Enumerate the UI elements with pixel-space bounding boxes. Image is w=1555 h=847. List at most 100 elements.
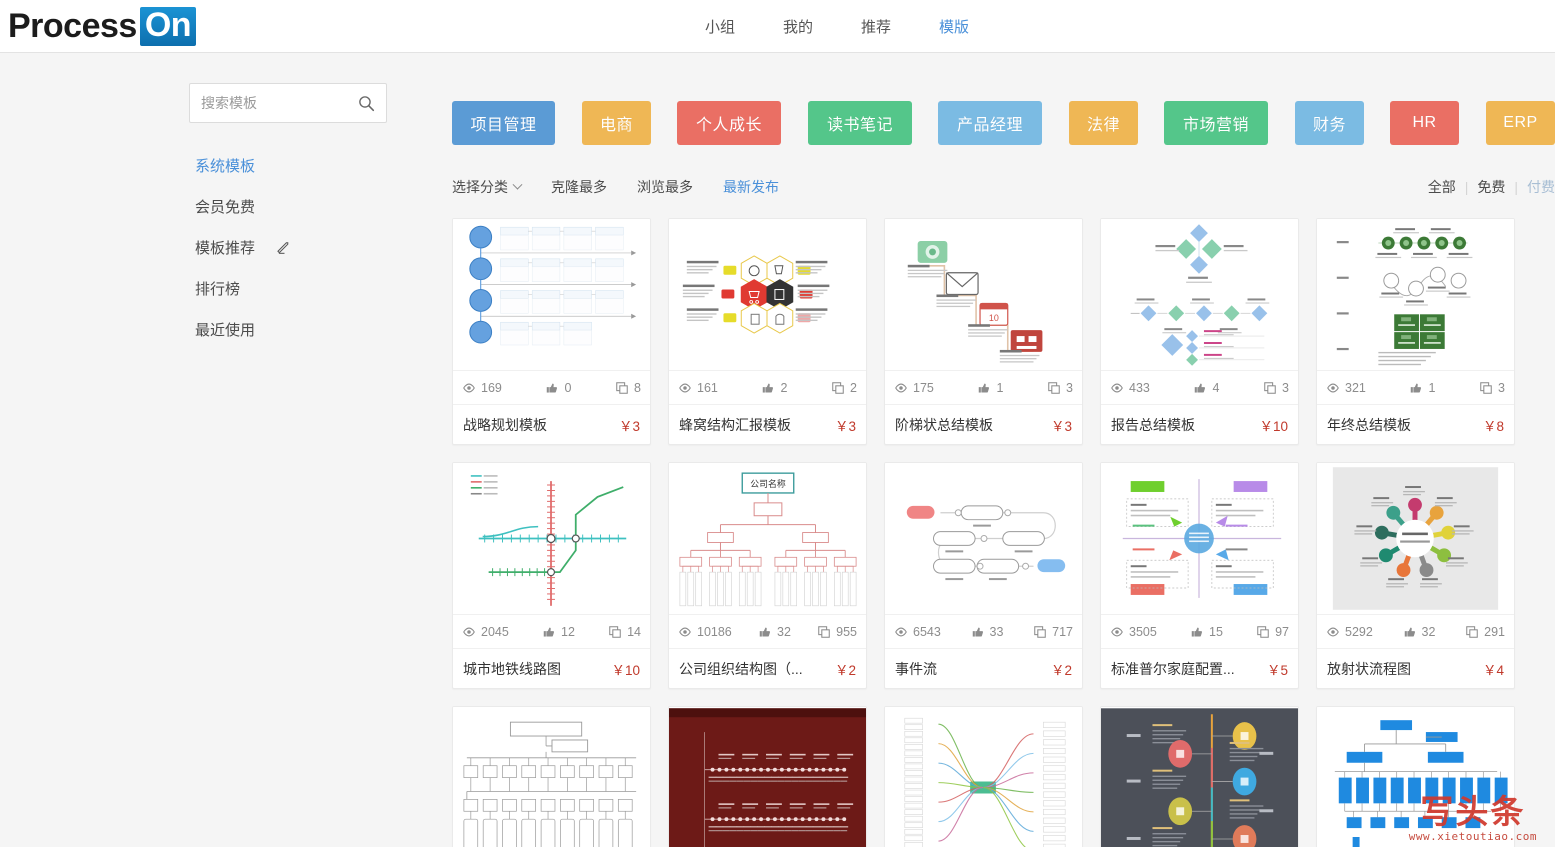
template-thumbnail[interactable]: 公司名称: [669, 463, 866, 615]
filter-bar: 选择分类 克隆最多 浏览最多 最新发布 全部 | 免费 | 付费: [452, 170, 1555, 204]
clones-stat: 3: [1479, 381, 1505, 395]
template-card[interactable]: 433 4 3 报告总结模板 ￥10: [1100, 218, 1299, 445]
page-body: 系统模板会员免费模板推荐排行榜最近使用 项目管理电商个人成长读书笔记产品经理法律…: [0, 53, 1555, 847]
likes-stat: 1: [1409, 381, 1435, 395]
template-thumbnail[interactable]: [885, 707, 1082, 847]
likes-count: 1: [1428, 380, 1436, 395]
category-tag-2[interactable]: 个人成长: [677, 101, 781, 145]
category-tag-1[interactable]: 电商: [582, 101, 651, 145]
card-title-row: 阶梯状总结模板 ￥3: [885, 405, 1082, 444]
template-card[interactable]: [884, 706, 1083, 847]
likes-count: 32: [777, 624, 791, 639]
card-title-row: 公司组织结构图（... ￥2: [669, 649, 866, 688]
nav-item-0[interactable]: 小组: [705, 16, 735, 37]
template-thumbnail[interactable]: [1101, 707, 1298, 847]
card-title-row: 蜂窝结构汇报模板 ￥3: [669, 405, 866, 444]
category-tag-9[interactable]: ERP: [1486, 101, 1555, 145]
likes-stat: 15: [1190, 625, 1223, 639]
template-card[interactable]: 公司名称 10186 32 955 公司组织结构图（... ￥2: [668, 462, 867, 689]
category-tag-4[interactable]: 产品经理: [938, 101, 1042, 145]
search-input[interactable]: [190, 84, 416, 122]
template-thumbnail[interactable]: [885, 463, 1082, 615]
sidebar-item-1[interactable]: 会员免费: [189, 186, 387, 227]
sort-newest[interactable]: 最新发布: [723, 177, 779, 197]
views-count: 175: [913, 380, 934, 395]
template-card[interactable]: 10 175 1 3 阶梯状总结模板 ￥3: [884, 218, 1083, 445]
template-thumbnail[interactable]: 10: [885, 219, 1082, 371]
category-tag-0[interactable]: 项目管理: [452, 101, 555, 145]
template-card[interactable]: 5292 32 291 放射状流程图 ￥4: [1316, 462, 1515, 689]
card-title-row: 年终总结模板 ￥8: [1317, 405, 1514, 444]
likes-stat: 2: [761, 381, 787, 395]
clones-stat: 14: [608, 625, 641, 639]
template-card[interactable]: 6543 33 717 事件流 ￥2: [884, 462, 1083, 689]
template-thumbnail[interactable]: [453, 219, 650, 371]
price-filter-all[interactable]: 全部: [1419, 177, 1465, 197]
search-box[interactable]: [189, 83, 416, 123]
nav-item-1[interactable]: 我的: [783, 16, 813, 37]
template-card[interactable]: 321 1 3 年终总结模板 ￥8: [1316, 218, 1515, 445]
template-thumbnail[interactable]: [453, 707, 650, 847]
template-thumbnail[interactable]: [669, 219, 866, 371]
card-stats: 169 0 8: [453, 371, 650, 405]
sort-most-cloned[interactable]: 克隆最多: [551, 177, 607, 197]
pencil-icon[interactable]: [277, 240, 292, 255]
template-card[interactable]: 3505 15 97 标准普尔家庭配置... ￥5: [1100, 462, 1299, 689]
sort-most-viewed[interactable]: 浏览最多: [637, 177, 693, 197]
clones-count: 3: [1066, 380, 1073, 395]
main-content: 项目管理 电商 个人成长 读书笔记 产品经理 法律 市场营销 财务 HR ERP 选择分类 克隆最…: [452, 53, 1555, 847]
template-thumbnail[interactable]: [669, 707, 866, 847]
clones-count: 955: [836, 624, 857, 639]
template-card[interactable]: [668, 706, 867, 847]
sidebar-item-3[interactable]: 排行榜: [189, 268, 387, 309]
views-count: 433: [1129, 380, 1150, 395]
sidebar-item-label: 模板推荐: [195, 240, 256, 257]
template-thumbnail[interactable]: [453, 463, 650, 615]
category-tag-3[interactable]: 读书笔记: [808, 101, 912, 145]
search-icon[interactable]: [358, 95, 375, 112]
sidebar: 系统模板会员免费模板推荐排行榜最近使用: [189, 83, 416, 350]
sidebar-item-label: 系统模板: [195, 158, 256, 175]
price-filter-free[interactable]: 免费: [1468, 177, 1514, 197]
template-price: ￥5: [1266, 662, 1288, 678]
likes-stat: 12: [542, 625, 575, 639]
sidebar-item-2[interactable]: 模板推荐: [189, 227, 387, 268]
category-select[interactable]: 选择分类: [452, 177, 523, 197]
card-title-row: 战略规划模板 ￥3: [453, 405, 650, 444]
likes-stat: 1: [977, 381, 1003, 395]
likes-stat: 32: [1403, 625, 1435, 639]
card-stats: 10186 32 955: [669, 615, 866, 649]
template-card[interactable]: 161 2 2 蜂窝结构汇报模板 ￥3: [668, 218, 867, 445]
card-title-row: 城市地铁线路图 ￥10: [453, 649, 650, 688]
template-title: 报告总结模板: [1111, 416, 1195, 433]
category-tag-7[interactable]: 财务: [1295, 101, 1364, 145]
sidebar-item-4[interactable]: 最近使用: [189, 309, 387, 350]
template-card[interactable]: [1100, 706, 1299, 847]
views-count: 169: [481, 380, 502, 395]
template-price: ￥4: [1482, 662, 1504, 678]
category-tag-5[interactable]: 法律: [1069, 101, 1138, 145]
nav-item-2[interactable]: 推荐: [861, 16, 891, 37]
template-card[interactable]: 2045 12 14 城市地铁线路图 ￥10: [452, 462, 651, 689]
template-card[interactable]: 169 0 8 战略规划模板 ￥3: [452, 218, 651, 445]
template-card[interactable]: [452, 706, 651, 847]
template-thumbnail[interactable]: [1101, 219, 1298, 371]
processon-logo[interactable]: Process On: [8, 6, 197, 46]
sidebar-item-0[interactable]: 系统模板: [189, 145, 387, 186]
template-thumbnail[interactable]: [1317, 219, 1514, 371]
card-title-row: 事件流 ￥2: [885, 649, 1082, 688]
template-thumbnail[interactable]: [1101, 463, 1298, 615]
template-thumbnail[interactable]: [1317, 707, 1514, 847]
card-stats: 5292 32 291: [1317, 615, 1514, 649]
nav-item-3[interactable]: 模版: [939, 16, 969, 37]
sidebar-item-label: 排行榜: [195, 281, 241, 298]
template-thumbnail[interactable]: [1317, 463, 1514, 615]
category-tag-6[interactable]: 市场营销: [1164, 101, 1268, 145]
price-filter-paid[interactable]: 付费: [1518, 177, 1555, 197]
template-card[interactable]: [1316, 706, 1515, 847]
template-title: 城市地铁线路图: [463, 660, 561, 677]
clones-stat: 717: [1033, 625, 1073, 639]
views-count: 10186: [697, 624, 732, 639]
category-tag-8[interactable]: HR: [1390, 101, 1459, 145]
views-stat: 5292: [1326, 625, 1373, 639]
